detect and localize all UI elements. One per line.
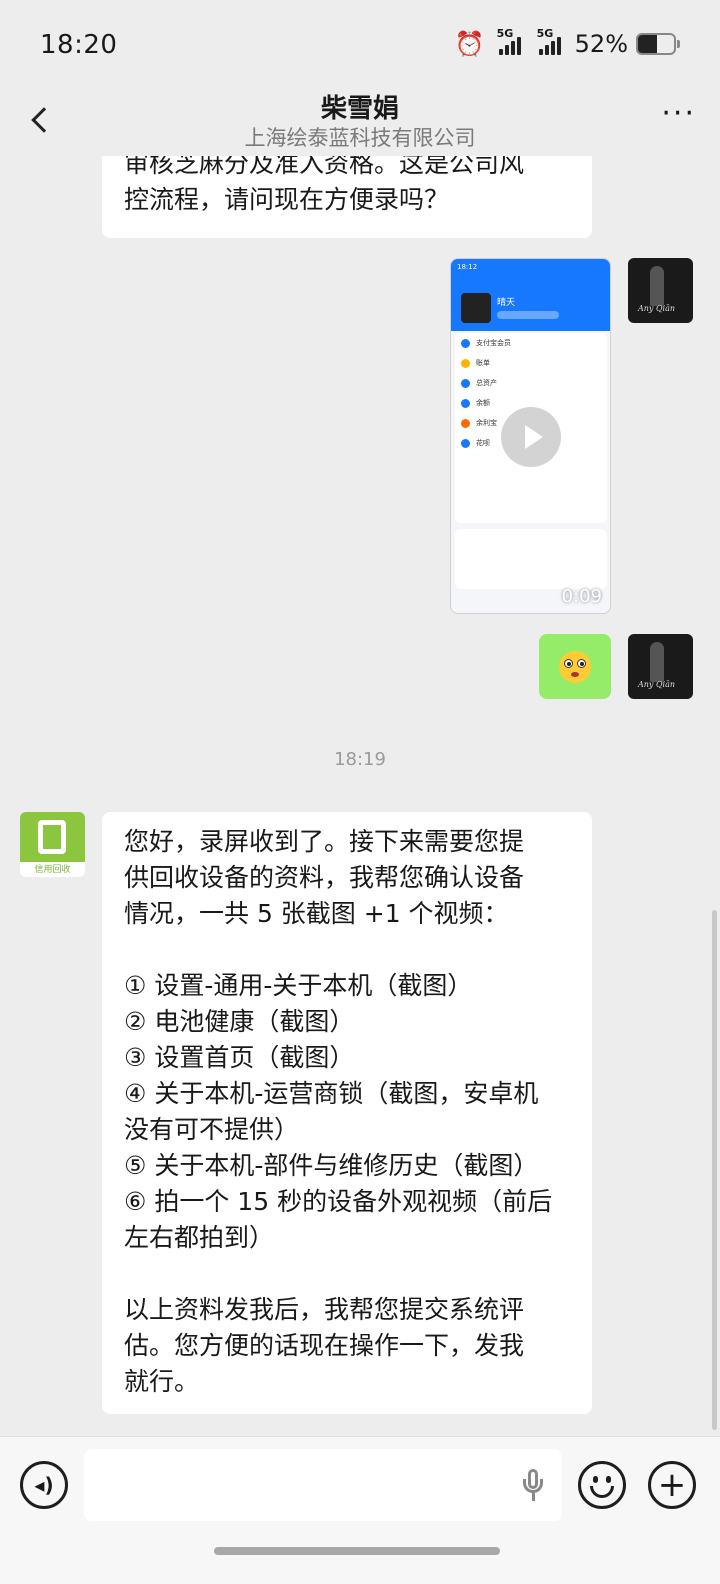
message-line: 没有可不提供） <box>124 1115 300 1144</box>
video-screen-grid <box>455 529 607 589</box>
status-indicators: ⏰ 5G 5G 52% <box>454 27 680 58</box>
my-avatar[interactable]: Any Qiān <box>628 634 693 699</box>
battery-percent: 52% <box>574 30 628 58</box>
message-line: 情况，一共 5 张截图 +1 个视频： <box>124 899 509 928</box>
signal-icon: 5G <box>497 27 521 55</box>
video-screen-row: 账单 <box>455 353 607 373</box>
chat-title: 柴雪娟 <box>320 94 399 124</box>
alarm-icon: ⏰ <box>454 30 485 58</box>
message-line: 您好，录屏收到了。接下来需要您提 <box>124 827 525 856</box>
message-line: ① 设置-通用-关于本机（截图） <box>124 971 473 1000</box>
scrollbar[interactable] <box>712 910 717 1430</box>
network-type-1: 5G <box>496 27 514 40</box>
signal-icon: 5G <box>537 27 561 55</box>
message-line: ② 电池健康（截图） <box>124 1007 355 1036</box>
voice-button[interactable]: ◂) <box>20 1461 68 1509</box>
avatar-label: 信用回收 <box>34 865 71 875</box>
video-thumbnail-header: 18:12 晴天 <box>451 259 610 331</box>
video-duration: 0:09 <box>561 586 602 607</box>
status-bar: 18:20 ⏰ 5G 5G 52% <box>0 0 720 96</box>
voice-icon: ◂) <box>34 1473 54 1497</box>
video-screen-badge <box>497 311 559 319</box>
message-line: 供回收设备的资料，我帮您确认设备 <box>124 863 525 892</box>
message-bubble-incoming[interactable]: 审核芝麻分及准入资格。这是公司风 控流程，请问现在方便录吗？ <box>102 156 592 238</box>
play-icon <box>525 425 543 449</box>
message-line: 估。您方便的话现在操作一下，发我 <box>124 1331 525 1360</box>
input-bar: ◂) + <box>0 1436 720 1584</box>
emoji-message[interactable] <box>539 634 611 699</box>
message-line <box>124 932 576 968</box>
network-type-2: 5G <box>536 27 554 40</box>
message-bubble-incoming[interactable]: 您好，录屏收到了。接下来需要您提 供回收设备的资料，我帮您确认设备 情况，一共 5 … <box>102 812 592 1414</box>
plus-icon: + <box>657 1465 687 1505</box>
contact-avatar[interactable]: 信用回收 <box>20 812 85 877</box>
play-button[interactable] <box>501 407 561 467</box>
flushed-face-emoji-icon <box>559 650 591 683</box>
message-line: 控流程，请问现在方便录吗？ <box>124 185 450 214</box>
video-screen-name: 晴天 <box>497 298 516 308</box>
video-screen-row: 总资产 <box>455 373 607 393</box>
video-screen-time: 18:12 <box>457 263 478 271</box>
microphone-icon[interactable] <box>520 1469 546 1505</box>
emoji-icon <box>581 1464 623 1506</box>
credit-recycle-logo-icon <box>20 812 85 862</box>
message-line: ⑤ 关于本机-部件与维修历史（截图） <box>124 1151 539 1180</box>
message-line: ③ 设置首页（截图） <box>124 1043 355 1072</box>
message-line: 左右都拍到） <box>124 1223 275 1252</box>
message-line <box>124 1256 576 1292</box>
message-line: 以上资料发我后，我帮您提交系统评 <box>124 1295 525 1324</box>
message-line: 就行。 <box>124 1367 200 1396</box>
message-line: ④ 关于本机-运营商锁（截图，安卓机 <box>124 1079 539 1108</box>
message-timestamp: 18:19 <box>334 749 386 770</box>
video-screen-avatar <box>461 293 491 323</box>
message-line: 审核芝麻分及准入资格。这是公司风 <box>124 156 525 178</box>
home-indicator[interactable] <box>214 1547 500 1555</box>
message-input[interactable] <box>84 1449 562 1521</box>
chat-subtitle: 上海绘泰蓝科技有限公司 <box>244 126 476 150</box>
video-screen-row: 支付宝会员 <box>455 333 607 353</box>
plus-button[interactable]: + <box>648 1461 696 1509</box>
emoji-button[interactable] <box>578 1461 626 1509</box>
my-avatar[interactable]: Any Qiān <box>628 258 693 323</box>
message-list[interactable]: 审核芝麻分及准入资格。这是公司风 控流程，请问现在方便录吗？ 18:12 晴天 … <box>0 156 720 1436</box>
message-line: ⑥ 拍一个 15 秒的设备外观视频（前后 <box>124 1187 553 1216</box>
video-message[interactable]: 18:12 晴天 支付宝会员 账单 总资产 余额 余利宝 花呗 0:09 <box>450 258 611 614</box>
more-button[interactable]: ··· <box>661 99 696 129</box>
battery-icon <box>636 33 676 55</box>
chat-header: 柴雪娟 上海绘泰蓝科技有限公司 ··· <box>0 84 720 156</box>
status-time: 18:20 <box>40 30 118 60</box>
